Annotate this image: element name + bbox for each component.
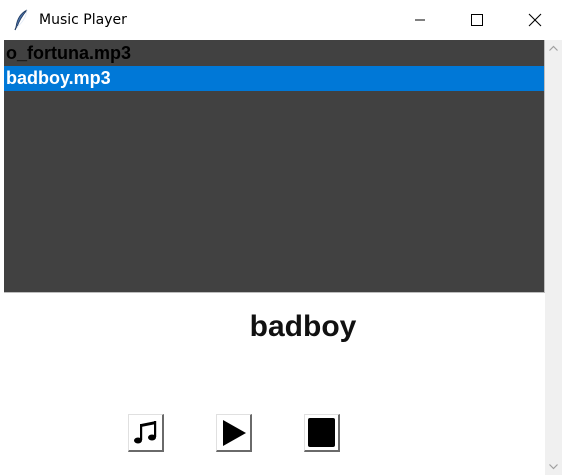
now-playing-title: badboy <box>249 310 357 343</box>
scroll-down-arrow-icon[interactable] <box>545 458 562 475</box>
playlist-listbox[interactable]: o_fortuna.mp3 badboy.mp3 <box>4 40 545 293</box>
title-bar[interactable]: Music Player <box>0 0 566 40</box>
stop-icon <box>308 418 335 447</box>
close-icon <box>528 13 542 27</box>
music-note-icon <box>134 421 157 444</box>
play-icon <box>223 420 246 446</box>
scroll-up-arrow-icon[interactable] <box>545 40 562 57</box>
window-title: Music Player <box>39 12 127 28</box>
vertical-scrollbar[interactable] <box>545 40 562 475</box>
playlist-item[interactable]: o_fortuna.mp3 <box>4 41 544 66</box>
play-button[interactable] <box>216 414 252 452</box>
maximize-icon <box>471 14 483 26</box>
minimize-button[interactable] <box>397 0 443 40</box>
maximize-button[interactable] <box>453 0 499 40</box>
minimize-icon <box>415 19 425 21</box>
stop-button[interactable] <box>304 414 340 452</box>
open-music-button[interactable] <box>128 414 164 452</box>
music-player-window: Music Player o_fortuna.mp3 badboy.mp3 ba… <box>0 0 566 475</box>
close-button[interactable] <box>510 0 556 40</box>
feather-icon <box>14 9 30 31</box>
playlist-item-selected[interactable]: badboy.mp3 <box>4 66 544 91</box>
